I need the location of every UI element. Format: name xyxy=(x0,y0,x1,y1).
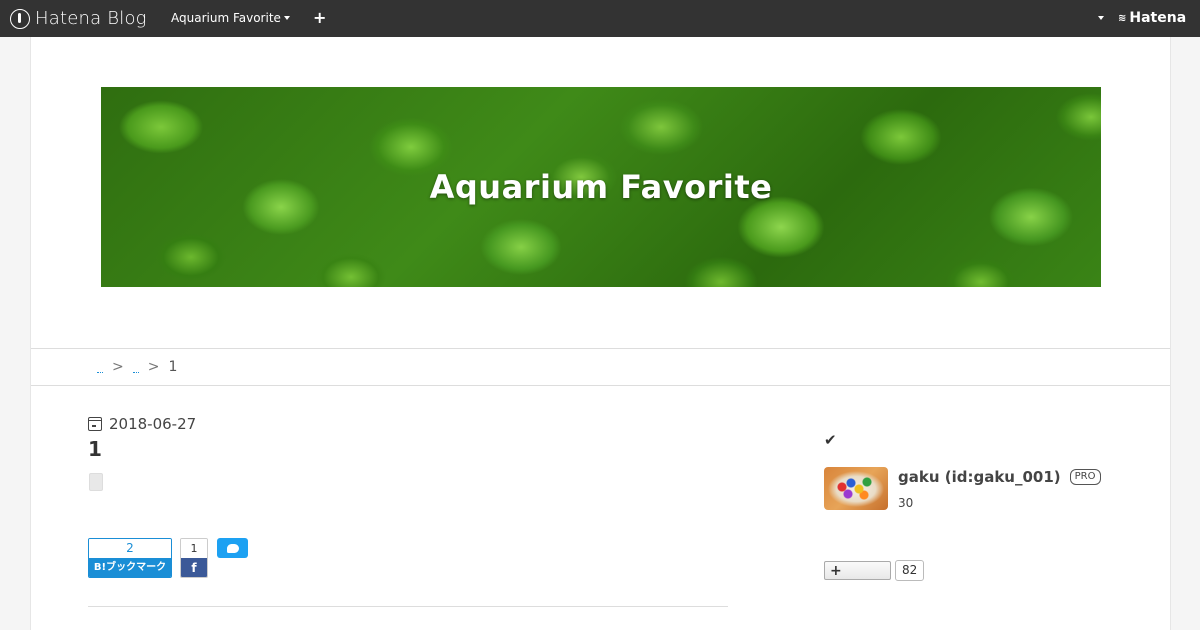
entry-date-text: 2018-06-27 xyxy=(109,415,197,433)
hatena-bookmark-button[interactable]: 2 B!ブックマーク xyxy=(88,538,172,578)
blog-name-label: Aquarium Favorite xyxy=(171,11,281,25)
entry-date[interactable]: 2018-06-27 xyxy=(88,415,196,433)
entry-divider xyxy=(88,606,728,607)
entry-category-tag[interactable] xyxy=(89,473,103,491)
chevron-down-icon xyxy=(283,16,290,20)
global-header: Hatena Blog Aquarium Favorite + ≋ Hatena xyxy=(0,0,1200,37)
breadcrumb: > > 1 xyxy=(31,348,1170,386)
pro-badge: PRO xyxy=(1069,469,1101,485)
add-entry-button[interactable]: + xyxy=(313,8,326,27)
entry-title[interactable]: 1 xyxy=(88,437,102,461)
breadcrumb-current: 1 xyxy=(168,359,178,375)
hatena-link[interactable]: ≋ Hatena xyxy=(1118,10,1186,26)
hatena-logo-icon xyxy=(10,8,30,29)
user-menu-dropdown-icon[interactable] xyxy=(1098,16,1104,20)
breadcrumb-separator: > xyxy=(112,359,124,375)
hatena-blog-logo[interactable]: Hatena Blog xyxy=(10,8,147,29)
follow-button[interactable]: + xyxy=(824,561,891,580)
blog-switcher-dropdown[interactable]: Aquarium Favorite xyxy=(171,11,290,25)
blog-header-banner[interactable]: Aquarium Favorite xyxy=(101,87,1101,287)
calendar-icon xyxy=(88,417,102,431)
breadcrumb-separator: > xyxy=(147,359,160,375)
hatena-bookmark-label: B!ブックマーク xyxy=(89,558,171,577)
facebook-icon: f xyxy=(181,558,207,577)
follower-count: 82 xyxy=(895,560,925,581)
logo-text: Hatena Blog xyxy=(35,8,147,29)
hatena-label: Hatena xyxy=(1129,10,1187,26)
profile-count: 30 xyxy=(898,496,914,510)
profile-user-name: gaku (id:gaku_001) xyxy=(898,468,1061,486)
breadcrumb-link-top[interactable] xyxy=(97,361,103,373)
hatena-mark-icon: ≋ xyxy=(1118,12,1127,24)
profile-name[interactable]: gaku (id:gaku_001) PRO xyxy=(898,468,1101,486)
blog-container: Aquarium Favorite > > 1 2018-06-27 1 2 B… xyxy=(30,37,1171,630)
facebook-share-button[interactable]: 1 f xyxy=(180,538,208,578)
twitter-share-button[interactable] xyxy=(217,538,248,558)
hatena-bookmark-count: 2 xyxy=(89,539,171,558)
avatar[interactable] xyxy=(824,467,888,510)
twitter-icon xyxy=(226,543,239,553)
facebook-share-count: 1 xyxy=(181,539,207,558)
check-icon: ✔ xyxy=(824,431,837,449)
breadcrumb-link-category[interactable] xyxy=(132,361,139,373)
blog-title[interactable]: Aquarium Favorite xyxy=(101,87,1101,287)
